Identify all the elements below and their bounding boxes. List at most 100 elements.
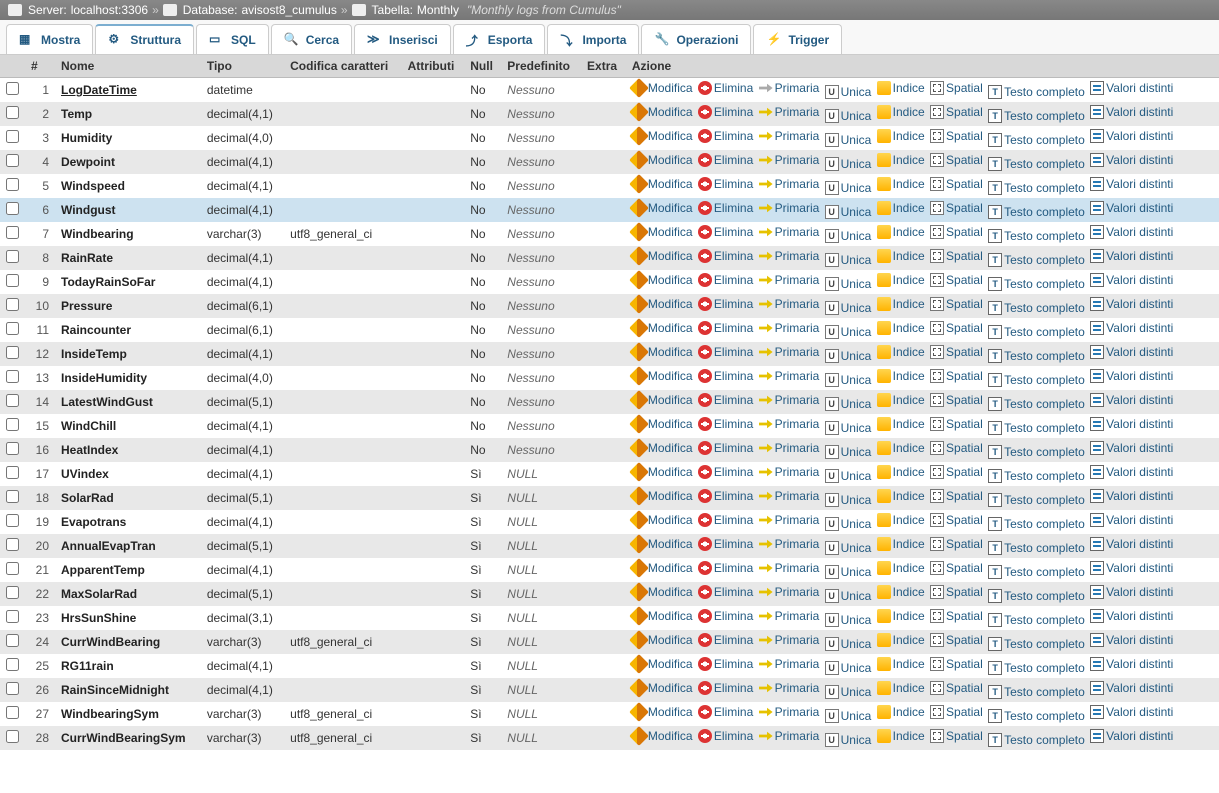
unique-action[interactable]: UUnica	[825, 445, 872, 459]
distinct-action[interactable]: Valori distinti	[1090, 441, 1173, 455]
unique-action[interactable]: UUnica	[825, 709, 872, 723]
unique-action[interactable]: UUnica	[825, 181, 872, 195]
primary-action[interactable]: Primaria	[759, 513, 820, 527]
primary-action[interactable]: Primaria	[759, 609, 820, 623]
distinct-action[interactable]: Valori distinti	[1090, 729, 1173, 743]
distinct-action[interactable]: Valori distinti	[1090, 369, 1173, 383]
table-link[interactable]: Monthly	[417, 3, 459, 17]
primary-action[interactable]: Primaria	[759, 705, 820, 719]
fulltext-action[interactable]: TTesto completo	[988, 133, 1085, 147]
fulltext-action[interactable]: TTesto completo	[988, 397, 1085, 411]
unique-action[interactable]: UUnica	[825, 685, 872, 699]
row-checkbox[interactable]	[6, 202, 19, 215]
index-action[interactable]: Indice	[877, 681, 925, 695]
row-checkbox[interactable]	[6, 658, 19, 671]
unique-action[interactable]: UUnica	[825, 613, 872, 627]
row-checkbox[interactable]	[6, 706, 19, 719]
delete-action[interactable]: Elimina	[698, 729, 753, 743]
fulltext-action[interactable]: TTesto completo	[988, 157, 1085, 171]
primary-action[interactable]: Primaria	[759, 441, 820, 455]
fulltext-action[interactable]: TTesto completo	[988, 205, 1085, 219]
index-action[interactable]: Indice	[877, 81, 925, 95]
index-action[interactable]: Indice	[877, 129, 925, 143]
index-action[interactable]: Indice	[877, 417, 925, 431]
primary-action[interactable]: Primaria	[759, 729, 820, 743]
header-num[interactable]: #	[25, 55, 55, 78]
primary-action[interactable]: Primaria	[759, 585, 820, 599]
fulltext-action[interactable]: TTesto completo	[988, 613, 1085, 627]
row-checkbox[interactable]	[6, 466, 19, 479]
index-action[interactable]: Indice	[877, 201, 925, 215]
edit-action[interactable]: Modifica	[632, 705, 693, 719]
col-name[interactable]: MaxSolarRad	[55, 582, 201, 606]
spatial-action[interactable]: Spatial	[930, 585, 983, 599]
index-action[interactable]: Indice	[877, 345, 925, 359]
edit-action[interactable]: Modifica	[632, 561, 693, 575]
row-checkbox[interactable]	[6, 514, 19, 527]
unique-action[interactable]: UUnica	[825, 661, 872, 675]
delete-action[interactable]: Elimina	[698, 585, 753, 599]
distinct-action[interactable]: Valori distinti	[1090, 201, 1173, 215]
col-name[interactable]: Dewpoint	[55, 150, 201, 174]
primary-action[interactable]: Primaria	[759, 465, 820, 479]
row-checkbox[interactable]	[6, 370, 19, 383]
edit-action[interactable]: Modifica	[632, 585, 693, 599]
unique-action[interactable]: UUnica	[825, 733, 872, 747]
spatial-action[interactable]: Spatial	[930, 393, 983, 407]
col-name[interactable]: Humidity	[55, 126, 201, 150]
tab-inserisci[interactable]: ≫Inserisci	[354, 24, 451, 54]
row-checkbox[interactable]	[6, 82, 19, 95]
spatial-action[interactable]: Spatial	[930, 705, 983, 719]
index-action[interactable]: Indice	[877, 657, 925, 671]
col-name[interactable]: RainSinceMidnight	[55, 678, 201, 702]
distinct-action[interactable]: Valori distinti	[1090, 489, 1173, 503]
tab-sql[interactable]: ▭SQL	[196, 24, 269, 54]
distinct-action[interactable]: Valori distinti	[1090, 609, 1173, 623]
col-name[interactable]: Temp	[55, 102, 201, 126]
edit-action[interactable]: Modifica	[632, 513, 693, 527]
edit-action[interactable]: Modifica	[632, 369, 693, 383]
col-name[interactable]: AnnualEvapTran	[55, 534, 201, 558]
row-checkbox[interactable]	[6, 322, 19, 335]
edit-action[interactable]: Modifica	[632, 321, 693, 335]
fulltext-action[interactable]: TTesto completo	[988, 637, 1085, 651]
header-type[interactable]: Tipo	[201, 55, 284, 78]
delete-action[interactable]: Elimina	[698, 561, 753, 575]
primary-action[interactable]: Primaria	[759, 369, 820, 383]
distinct-action[interactable]: Valori distinti	[1090, 585, 1173, 599]
primary-action[interactable]: Primaria	[759, 537, 820, 551]
row-checkbox[interactable]	[6, 394, 19, 407]
primary-action[interactable]: Primaria	[759, 657, 820, 671]
edit-action[interactable]: Modifica	[632, 465, 693, 479]
col-name[interactable]: InsideHumidity	[55, 366, 201, 390]
index-action[interactable]: Indice	[877, 465, 925, 479]
col-name[interactable]: HeatIndex	[55, 438, 201, 462]
spatial-action[interactable]: Spatial	[930, 249, 983, 263]
unique-action[interactable]: UUnica	[825, 277, 872, 291]
distinct-action[interactable]: Valori distinti	[1090, 297, 1173, 311]
row-checkbox[interactable]	[6, 634, 19, 647]
spatial-action[interactable]: Spatial	[930, 465, 983, 479]
row-checkbox[interactable]	[6, 730, 19, 743]
edit-action[interactable]: Modifica	[632, 177, 693, 191]
spatial-action[interactable]: Spatial	[930, 225, 983, 239]
row-checkbox[interactable]	[6, 130, 19, 143]
primary-action[interactable]: Primaria	[759, 633, 820, 647]
spatial-action[interactable]: Spatial	[930, 513, 983, 527]
edit-action[interactable]: Modifica	[632, 681, 693, 695]
row-checkbox[interactable]	[6, 610, 19, 623]
spatial-action[interactable]: Spatial	[930, 417, 983, 431]
delete-action[interactable]: Elimina	[698, 513, 753, 527]
header-extra[interactable]: Extra	[581, 55, 626, 78]
primary-action[interactable]: Primaria	[759, 177, 820, 191]
delete-action[interactable]: Elimina	[698, 681, 753, 695]
fulltext-action[interactable]: TTesto completo	[988, 469, 1085, 483]
fulltext-action[interactable]: TTesto completo	[988, 229, 1085, 243]
distinct-action[interactable]: Valori distinti	[1090, 273, 1173, 287]
edit-action[interactable]: Modifica	[632, 441, 693, 455]
spatial-action[interactable]: Spatial	[930, 681, 983, 695]
primary-action[interactable]: Primaria	[759, 105, 820, 119]
fulltext-action[interactable]: TTesto completo	[988, 541, 1085, 555]
delete-action[interactable]: Elimina	[698, 633, 753, 647]
primary-action[interactable]: Primaria	[759, 81, 820, 95]
